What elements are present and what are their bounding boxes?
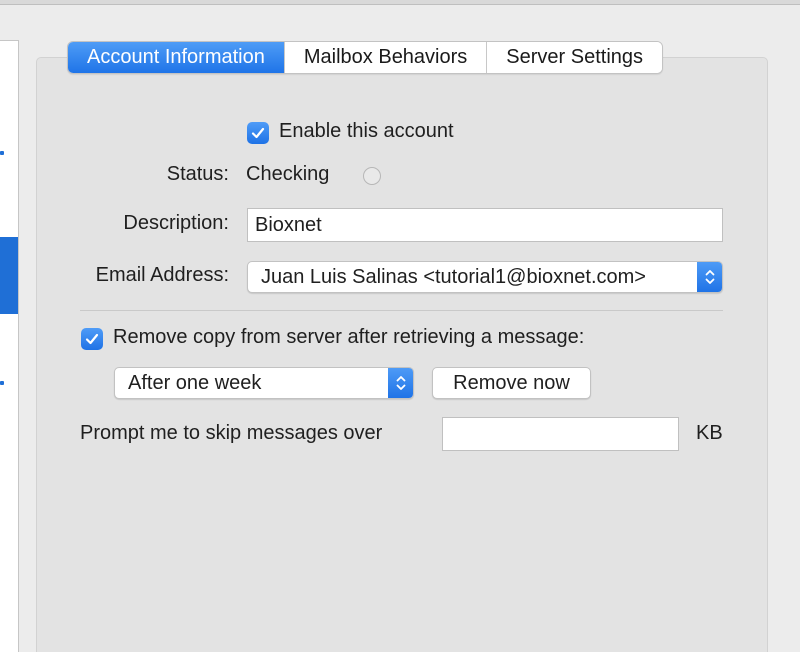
prompt-skip-label: Prompt me to skip messages over <box>80 422 383 444</box>
window-top-edge <box>0 0 800 5</box>
tab-bar: Account Information Mailbox Behaviors Se… <box>67 41 664 74</box>
sidebar-mark <box>0 381 4 385</box>
accounts-sidebar[interactable] <box>0 40 19 652</box>
remove-now-button[interactable]: Remove now <box>432 367 591 399</box>
updown-chevron-icon <box>388 368 413 398</box>
tab-mailbox-behaviors[interactable]: Mailbox Behaviors <box>283 42 487 73</box>
section-divider <box>80 310 723 311</box>
checkmark-icon <box>251 127 265 139</box>
description-field[interactable]: Bioxnet <box>247 208 723 242</box>
status-label: Status: <box>166 163 229 185</box>
account-preferences-window: Account Information Mailbox Behaviors Se… <box>0 0 800 652</box>
skip-size-unit: KB <box>696 422 723 444</box>
remove-interval-value: After one week <box>128 372 262 394</box>
sidebar-mark <box>0 151 4 155</box>
email-address-label: Email Address: <box>95 264 229 286</box>
settings-panel <box>36 57 768 652</box>
tab-account-information[interactable]: Account Information <box>68 42 284 73</box>
remove-copy-label: Remove copy from server after retrieving… <box>113 326 585 348</box>
checkmark-icon <box>85 333 99 345</box>
skip-size-field[interactable] <box>442 417 679 451</box>
email-address-popup[interactable]: Juan Luis Salinas <tutorial1@bioxnet.com… <box>247 261 723 293</box>
remove-interval-popup[interactable]: After one week <box>114 367 414 399</box>
sidebar-selected-item[interactable] <box>0 237 18 314</box>
enable-account-checkbox[interactable] <box>247 122 269 144</box>
remove-copy-checkbox[interactable] <box>81 328 103 350</box>
progress-indicator-icon <box>363 167 381 185</box>
updown-chevron-icon <box>697 262 722 292</box>
description-label: Description: <box>123 212 229 234</box>
status-value: Checking <box>246 163 330 185</box>
email-address-value: Juan Luis Salinas <tutorial1@bioxnet.com… <box>261 266 646 288</box>
tab-server-settings[interactable]: Server Settings <box>486 42 663 73</box>
enable-account-label: Enable this account <box>279 120 454 142</box>
